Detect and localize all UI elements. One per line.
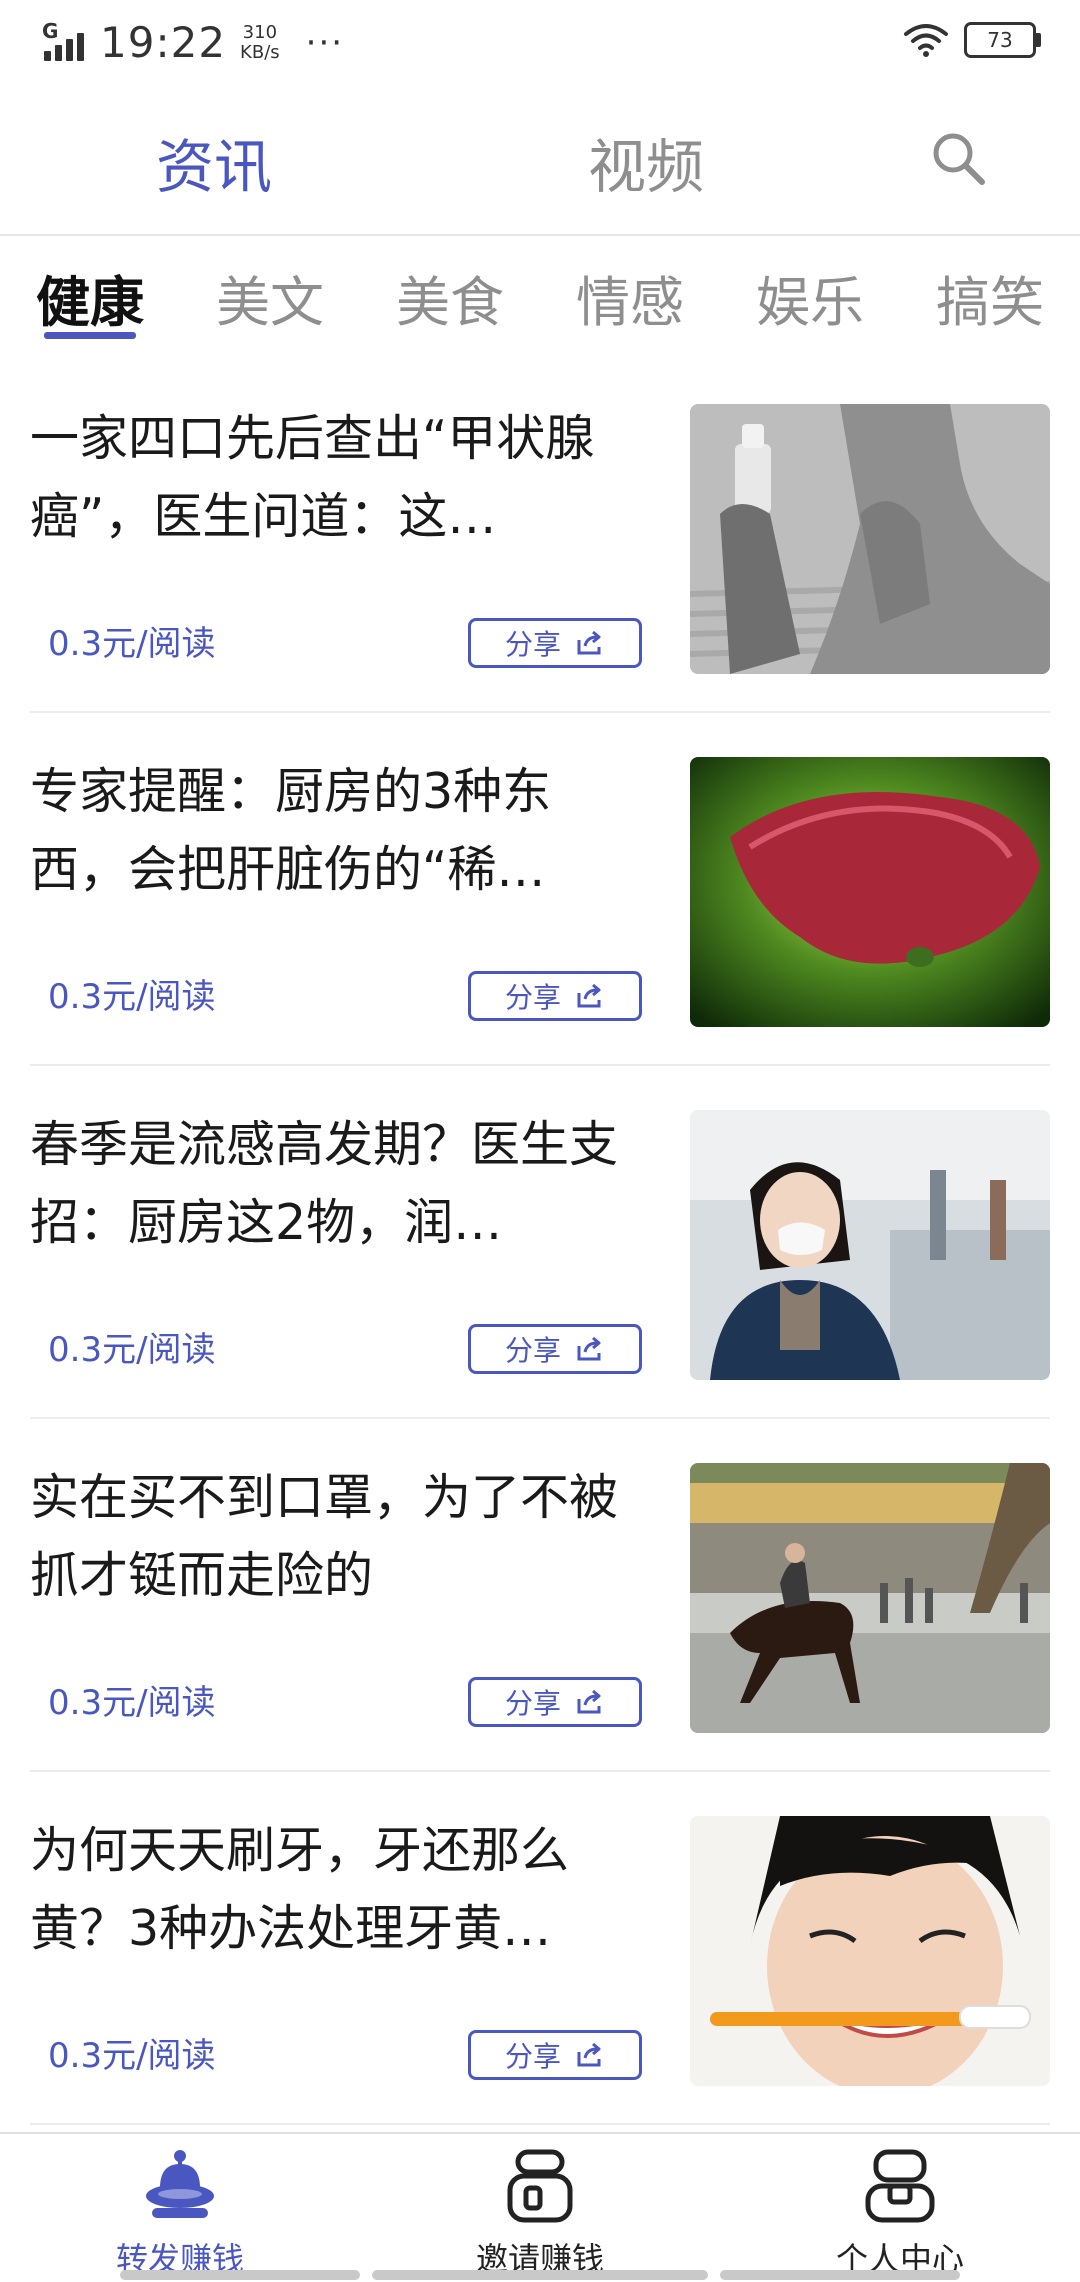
share-icon — [577, 2042, 601, 2067]
share-button[interactable]: 分享 — [468, 971, 642, 1021]
network-type: G — [42, 18, 59, 43]
network-speed: 310 KB/s — [240, 21, 280, 63]
news-item[interactable]: 专家提醒：厨房的3种东西，会把肝脏伤的“稀… 0.3元/阅读 分享 — [0, 713, 1080, 1066]
status-bar: G 19:22 310 KB/s ··· 73 — [0, 0, 1080, 90]
category-entertainment[interactable]: 娱乐 — [756, 258, 864, 337]
signal-icon: G — [42, 19, 84, 61]
more-dots: ··· — [305, 22, 345, 63]
news-title[interactable]: 春季是流感高发期？医生支招：厨房这2物，润… — [30, 1106, 630, 1262]
news-thumbnail[interactable] — [690, 1110, 1050, 1380]
wifi-icon — [904, 24, 948, 57]
gesture-bar — [720, 2270, 960, 2280]
news-item[interactable]: 春季是流感高发期？医生支招：厨房这2物，润… 0.3元/阅读 分享 — [0, 1066, 1080, 1419]
tab-news[interactable]: 资讯 — [156, 120, 272, 204]
news-item[interactable]: 一家四口先后查出“甲状腺癌”，医生问道：这… 0.3元/阅读 分享 — [0, 360, 1080, 713]
news-item[interactable]: 实在买不到口罩，为了不被抓才铤而走险的 0.3元/阅读 分享 — [0, 1419, 1080, 1772]
nav-profile[interactable]: 个人中心 — [780, 2148, 1020, 2280]
top-tabs: 资讯 视频 — [0, 90, 1080, 236]
news-title[interactable]: 实在买不到口罩，为了不被抓才铤而走险的 — [30, 1459, 630, 1615]
category-tabs: 健康 美文 美食 情感 娱乐 搞笑 — [0, 236, 1080, 346]
status-time: 19:22 — [100, 18, 227, 67]
gesture-bar — [372, 2270, 708, 2280]
share-label: 分享 — [504, 981, 561, 1014]
share-icon — [577, 983, 601, 1008]
news-thumbnail[interactable] — [690, 1463, 1050, 1733]
reward-rate: 0.3元/阅读 — [48, 977, 216, 1017]
search-icon[interactable] — [928, 128, 988, 188]
bottom-navigation: 转发赚钱 邀请赚钱 个人中心 — [0, 2132, 1080, 2282]
news-feed: 一家四口先后查出“甲状腺癌”，医生问道：这… 0.3元/阅读 分享 专家提醒：厨… — [0, 360, 1080, 2125]
share-icon — [577, 1336, 601, 1361]
speed-unit: KB/s — [240, 41, 280, 63]
nav-invite-earn[interactable]: 邀请赚钱 — [420, 2148, 660, 2280]
share-button[interactable]: 分享 — [468, 1324, 642, 1374]
reward-rate: 0.3元/阅读 — [48, 2036, 216, 2076]
active-category-indicator — [44, 332, 136, 339]
share-button[interactable]: 分享 — [468, 618, 642, 668]
share-label: 分享 — [504, 2040, 561, 2073]
invite-icon — [507, 2149, 573, 2223]
news-thumbnail[interactable] — [690, 757, 1050, 1027]
share-icon — [577, 630, 601, 655]
speed-value: 310 — [242, 21, 278, 43]
tab-video[interactable]: 视频 — [588, 120, 704, 204]
category-food[interactable]: 美食 — [396, 258, 504, 337]
ufo-icon — [146, 2150, 214, 2218]
news-item[interactable]: 为何天天刷牙，牙还那么黄？3种办法处理牙黄… 0.3元/阅读 分享 — [0, 1772, 1080, 2125]
share-label: 分享 — [504, 1687, 561, 1720]
battery-level: 73 — [987, 28, 1013, 52]
news-thumbnail[interactable] — [690, 404, 1050, 674]
share-button[interactable]: 分享 — [468, 1677, 642, 1727]
category-essay[interactable]: 美文 — [216, 258, 324, 337]
news-title[interactable]: 一家四口先后查出“甲状腺癌”，医生问道：这… — [30, 400, 630, 556]
profile-icon — [865, 2149, 935, 2223]
status-right: 73 — [902, 22, 1041, 58]
news-title[interactable]: 为何天天刷牙，牙还那么黄？3种办法处理牙黄… — [30, 1812, 630, 1968]
news-thumbnail[interactable] — [690, 1816, 1050, 2086]
share-button[interactable]: 分享 — [468, 2030, 642, 2080]
category-funny[interactable]: 搞笑 — [936, 258, 1044, 337]
share-label: 分享 — [504, 628, 561, 661]
nav-share-earn[interactable]: 转发赚钱 — [60, 2148, 300, 2280]
category-emotion[interactable]: 情感 — [576, 258, 684, 337]
reward-rate: 0.3元/阅读 — [48, 624, 216, 664]
reward-rate: 0.3元/阅读 — [48, 1330, 216, 1370]
share-label: 分享 — [504, 1334, 561, 1367]
item-divider — [30, 2123, 1050, 2125]
share-icon — [577, 1689, 601, 1714]
news-title[interactable]: 专家提醒：厨房的3种东西，会把肝脏伤的“稀… — [30, 753, 630, 909]
reward-rate: 0.3元/阅读 — [48, 1683, 216, 1723]
category-health[interactable]: 健康 — [36, 258, 144, 337]
battery-icon: 73 — [964, 22, 1041, 58]
gesture-bar — [120, 2270, 360, 2280]
status-left: G 19:22 310 KB/s ··· — [42, 18, 345, 67]
